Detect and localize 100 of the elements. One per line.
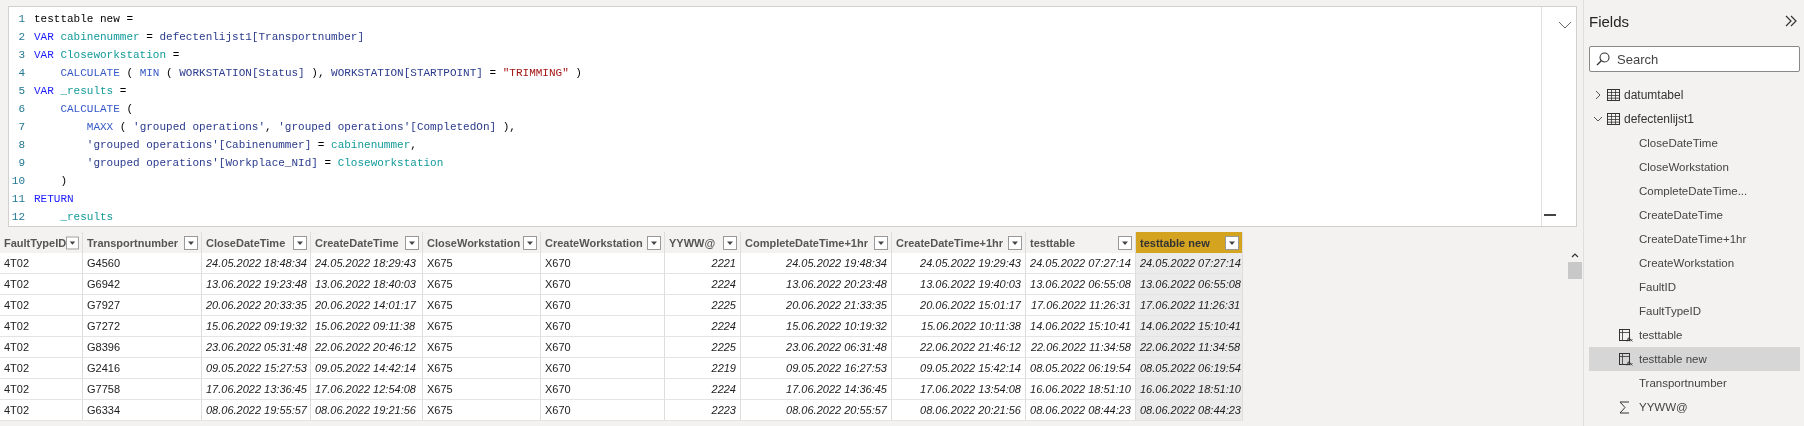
expand-icon[interactable] xyxy=(1593,114,1603,124)
line-number: 7 xyxy=(17,121,25,133)
field-item[interactable]: FaultTypeID xyxy=(1589,299,1800,323)
field-item[interactable]: CreateDateTime+1hr xyxy=(1589,227,1800,251)
code-line: MAXX ( 'grouped operations', 'grouped operations'[CompletedOn] ), xyxy=(85,121,516,133)
field-item[interactable]: FaultID xyxy=(1589,275,1800,299)
table-cell: 4T02 xyxy=(0,253,83,274)
code-line: 'grouped operations'[Workplace_NId] = Closeworkstation xyxy=(85,157,444,169)
dropdown-icon[interactable] xyxy=(405,235,419,250)
table-cell: 13.06.2022 06:55:08 xyxy=(1136,274,1243,295)
table-cell: 20.06.2022 15:01:17 xyxy=(892,295,1026,316)
panel-title: Fields xyxy=(1589,12,1629,30)
code-line: CALCULATE ( xyxy=(59,103,134,115)
code-line: VAR Closeworkstation = xyxy=(34,49,180,61)
dropdown-icon[interactable] xyxy=(1118,235,1132,250)
dropdown-icon[interactable] xyxy=(523,235,537,250)
dropdown-icon[interactable] xyxy=(723,235,737,250)
table-cell: 2221 xyxy=(665,253,741,274)
table-cell: 4T02 xyxy=(0,379,83,400)
table-cell: X675 xyxy=(423,253,541,274)
code-line: 'grouped operations'[Cabinenummer] = cabinenummer, xyxy=(85,139,417,151)
table-cell: 22.06.2022 11:34:58 xyxy=(1136,337,1243,358)
dropdown-icon[interactable] xyxy=(1225,235,1239,250)
table-cell: 4T02 xyxy=(0,274,83,295)
table-cell: X670 xyxy=(541,295,665,316)
collapse-icon[interactable] xyxy=(1785,15,1798,27)
field-item[interactable]: YYWW@ xyxy=(1589,395,1800,419)
table-cell: G4560 xyxy=(83,253,202,274)
field-item[interactable]: Transportnumber xyxy=(1589,371,1800,395)
field-item[interactable]: testtable new xyxy=(1589,347,1800,371)
table-cell: X670 xyxy=(541,379,665,400)
dropdown-icon[interactable] xyxy=(874,235,888,250)
calculated-column-icon xyxy=(1619,328,1633,342)
table-cell: 17.06.2022 11:26:31 xyxy=(1026,295,1136,316)
table-cell: 15.06.2022 10:11:38 xyxy=(892,316,1026,337)
field-item[interactable]: CloseWorkstation xyxy=(1589,155,1800,179)
table-cell: 13.06.2022 18:40:03 xyxy=(311,274,423,295)
table-cell: 15.06.2022 09:19:32 xyxy=(202,316,311,337)
line-number: 12 xyxy=(10,211,25,223)
table-cell: 24.05.2022 18:48:34 xyxy=(202,253,311,274)
dropdown-icon[interactable] xyxy=(66,235,79,250)
table-cell: 17.06.2022 11:26:31 xyxy=(1136,295,1243,316)
table-cell: X675 xyxy=(423,337,541,358)
field-item[interactable]: CloseDateTime xyxy=(1589,131,1800,155)
line-number: 4 xyxy=(17,67,25,79)
table-cell: 17.06.2022 12:54:08 xyxy=(311,379,423,400)
dropdown-icon[interactable] xyxy=(184,235,198,250)
table-cell: 22.06.2022 20:46:12 xyxy=(311,337,423,358)
table-cell: X675 xyxy=(423,379,541,400)
dropdown-icon[interactable] xyxy=(647,235,661,250)
table-cell: 2224 xyxy=(665,379,741,400)
scrollbar[interactable] xyxy=(1568,252,1582,279)
table-cell: G7272 xyxy=(83,316,202,337)
field-item[interactable]: testtable xyxy=(1589,323,1800,347)
column-header[interactable]: testtable new xyxy=(1136,232,1243,253)
table-cell: 09.05.2022 15:27:53 xyxy=(202,358,311,379)
dropdown-icon[interactable] xyxy=(1008,235,1022,250)
table-cell: 17.06.2022 13:36:45 xyxy=(202,379,311,400)
table-cell: 2225 xyxy=(665,295,741,316)
table-cell: 08.06.2022 20:55:57 xyxy=(741,400,892,421)
table-cell: 16.06.2022 18:51:10 xyxy=(1026,379,1136,400)
code-line: _results xyxy=(59,211,114,223)
table-cell: 24.05.2022 07:27:14 xyxy=(1026,253,1136,274)
field-item[interactable]: CreateWorkstation xyxy=(1589,251,1800,275)
code-line: ) xyxy=(59,175,67,187)
table-cell: 09.05.2022 15:42:14 xyxy=(892,358,1026,379)
table-cell: 20.06.2022 20:33:35 xyxy=(202,295,311,316)
chevron-down-icon[interactable] xyxy=(1558,21,1572,29)
search-field[interactable]: Search xyxy=(1589,46,1800,72)
scroll-up-icon[interactable] xyxy=(1570,252,1580,258)
table-cell: G7758 xyxy=(83,379,202,400)
table-cell: 08.05.2022 06:19:54 xyxy=(1136,358,1243,379)
line-number: 9 xyxy=(17,157,25,169)
table-cell: 15.06.2022 10:19:32 xyxy=(741,316,892,337)
field-item[interactable]: CreateDateTime xyxy=(1589,203,1800,227)
table-cell: 4T02 xyxy=(0,295,83,316)
table-cell: 23.06.2022 06:31:48 xyxy=(741,337,892,358)
table-cell: G7927 xyxy=(83,295,202,316)
table-cell: 13.06.2022 06:55:08 xyxy=(1026,274,1136,295)
line-number: 1 xyxy=(17,13,25,25)
line-number: 11 xyxy=(10,193,25,205)
field-item[interactable]: CompleteDateTime... xyxy=(1589,179,1800,203)
search-icon xyxy=(1596,52,1610,66)
table-cell: G6942 xyxy=(83,274,202,295)
table-cell: X675 xyxy=(423,400,541,421)
table-cell: X670 xyxy=(541,253,665,274)
table-item[interactable]: defectenlijst1 xyxy=(1589,107,1800,131)
table-cell: G2416 xyxy=(83,358,202,379)
table-cell: 08.06.2022 19:55:57 xyxy=(202,400,311,421)
table-cell: X675 xyxy=(423,274,541,295)
table-cell: 13.06.2022 19:23:48 xyxy=(202,274,311,295)
expand-icon[interactable] xyxy=(1593,90,1603,100)
table-cell: 24.05.2022 19:29:43 xyxy=(892,253,1026,274)
dropdown-icon[interactable] xyxy=(293,235,307,250)
table-cell: 08.06.2022 08:44:23 xyxy=(1136,400,1243,421)
table-cell: 09.05.2022 14:42:14 xyxy=(311,358,423,379)
table-item[interactable]: datumtabel xyxy=(1589,83,1800,107)
table-cell: 24.05.2022 07:27:14 xyxy=(1136,253,1243,274)
code-line: RETURN xyxy=(34,193,74,205)
table-cell: 2219 xyxy=(665,358,741,379)
